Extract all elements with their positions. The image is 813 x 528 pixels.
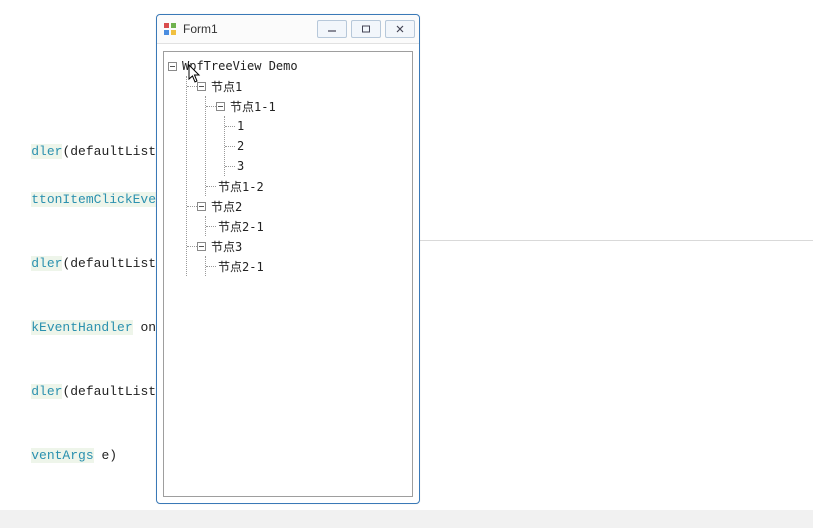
tree-leaf: 3 xyxy=(225,156,412,176)
tree-node: 节点3 节点2-1 xyxy=(187,236,412,276)
tree-leaf: 节点2-1 xyxy=(206,216,412,236)
form-window: Form1 WpfTreeView Demo xyxy=(156,14,420,504)
footer-band xyxy=(0,510,813,528)
tree-node-label[interactable]: 2 xyxy=(235,139,246,153)
code-token: dler xyxy=(31,144,62,159)
code-token: dler xyxy=(31,256,62,271)
tree-node-label[interactable]: 节点1 xyxy=(209,78,244,95)
tree-node-label[interactable]: 节点2 xyxy=(209,198,244,215)
tree-node-label[interactable]: 节点1-1 xyxy=(228,98,278,115)
toggle-collapse-icon[interactable] xyxy=(197,202,206,211)
tree-node-label[interactable]: WpfTreeView Demo xyxy=(180,59,300,73)
code-token: ventArgs xyxy=(31,448,93,463)
tree-node-label[interactable]: 节点2-1 xyxy=(216,258,266,275)
toggle-collapse-icon[interactable] xyxy=(216,102,225,111)
tree-leaf: 1 xyxy=(225,116,412,136)
minimize-button[interactable] xyxy=(317,20,347,38)
code-token: e) xyxy=(94,448,117,463)
tree-node-label[interactable]: 1 xyxy=(235,119,246,133)
tree-node-label[interactable]: 节点2-1 xyxy=(216,218,266,235)
tree-node-label[interactable]: 节点1-2 xyxy=(216,178,266,195)
tree-leaf: 2 xyxy=(225,136,412,156)
tree-node: 节点2 节点2-1 xyxy=(187,196,412,236)
tree-leaf: 节点1-2 xyxy=(206,176,412,196)
maximize-button[interactable] xyxy=(351,20,381,38)
tree-node: 节点1 节点1-1 xyxy=(187,76,412,196)
toggle-collapse-icon[interactable] xyxy=(168,62,177,71)
app-icon xyxy=(163,22,177,36)
close-button[interactable] xyxy=(385,20,415,38)
titlebar[interactable]: Form1 xyxy=(157,15,419,44)
toggle-collapse-icon[interactable] xyxy=(197,242,206,251)
tree-leaf: 节点2-1 xyxy=(206,256,412,276)
code-token: dler xyxy=(31,384,62,399)
divider xyxy=(420,240,813,241)
tree-view[interactable]: WpfTreeView Demo 节点1 xyxy=(164,52,412,276)
tree-root: WpfTreeView Demo 节点1 xyxy=(168,56,412,276)
code-token: kEventHandler xyxy=(31,320,132,335)
client-area: WpfTreeView Demo 节点1 xyxy=(163,51,413,497)
toggle-collapse-icon[interactable] xyxy=(197,82,206,91)
tree-node-label[interactable]: 节点3 xyxy=(209,238,244,255)
window-title: Form1 xyxy=(183,22,317,36)
tree-node: 节点1-1 1 xyxy=(206,96,412,176)
tree-node-label[interactable]: 3 xyxy=(235,159,246,173)
